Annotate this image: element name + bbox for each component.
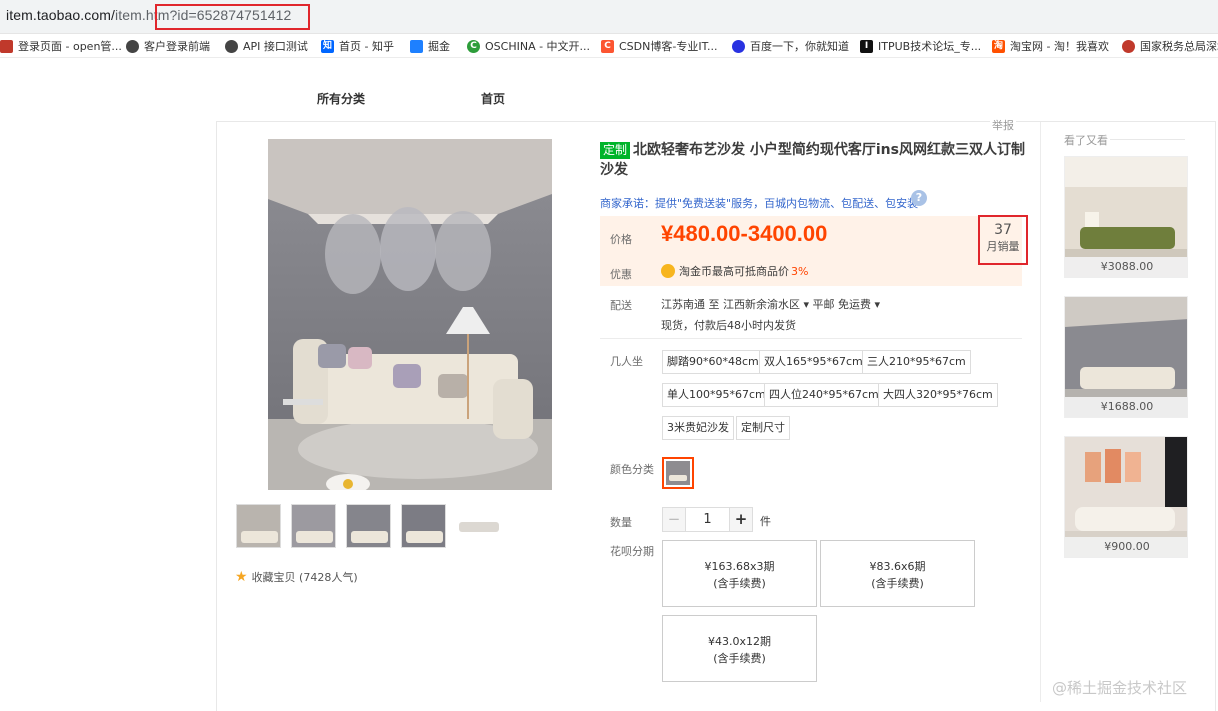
globe-icon bbox=[225, 39, 238, 53]
ship-route-select[interactable]: 江苏南通 至 江西新余渝水区 ▾ 平邮 免运费 ▾ bbox=[661, 296, 880, 312]
tax-icon bbox=[1122, 39, 1135, 53]
thumbnail-4[interactable] bbox=[401, 504, 446, 548]
itpub-icon: I bbox=[860, 39, 873, 53]
globe-icon bbox=[0, 39, 13, 53]
option-four-seat[interactable]: 四人位240*95*67cm bbox=[764, 383, 884, 407]
thumb-photo bbox=[456, 504, 501, 548]
address-bar[interactable]: item.taobao.com/item.htm?id=652874751412 bbox=[0, 0, 1218, 34]
custom-tag: 定制 bbox=[600, 142, 631, 159]
bookmark-api-test[interactable]: API 接口测试 bbox=[225, 38, 308, 54]
star-icon: ★ bbox=[235, 569, 248, 585]
sales-label: 月销量 bbox=[986, 240, 1020, 253]
juejin-icon bbox=[410, 39, 423, 53]
swatch-photo bbox=[666, 461, 690, 485]
product-title: 定制 北欧轻奢布艺沙发 小户型简约现代客厅ins风网红款三双人订制沙发 bbox=[600, 142, 1025, 178]
qty-unit: 件 bbox=[760, 515, 771, 528]
bookmark-juejin[interactable]: 掘金 bbox=[410, 38, 450, 54]
huabei-option-6[interactable]: ¥83.6x6期 (含手续费) bbox=[820, 540, 975, 607]
color-label: 颜色分类 bbox=[610, 463, 654, 476]
zhihu-icon: 知 bbox=[321, 39, 334, 53]
thumbnail-1[interactable] bbox=[236, 504, 281, 548]
option-two-seat[interactable]: 双人165*95*67cm bbox=[759, 350, 868, 374]
main-product-image[interactable] bbox=[268, 139, 552, 490]
sidebar-item-1[interactable]: ¥3088.00 bbox=[1064, 156, 1188, 278]
thumb-photo bbox=[292, 505, 335, 547]
sidebar-item-2[interactable]: ¥1688.00 bbox=[1064, 296, 1188, 418]
thumb-photo bbox=[237, 505, 280, 547]
bookmark-baidu[interactable]: 百度一下，你就知道 bbox=[732, 38, 849, 54]
watermark: @稀土掘金技术社区 bbox=[1052, 679, 1188, 697]
help-icon[interactable]: ? bbox=[911, 190, 927, 206]
sidebar-title: 看了又看 bbox=[1064, 134, 1108, 147]
report-link[interactable]: 举报 bbox=[990, 117, 1016, 133]
ship-label: 配送 bbox=[610, 299, 632, 312]
url-host: item.taobao.com/ bbox=[6, 7, 115, 23]
bookmark-csdn[interactable]: C CSDN博客-专业IT... bbox=[601, 38, 717, 54]
option-custom-size[interactable]: 定制尺寸 bbox=[736, 416, 790, 440]
nav-home[interactable]: 首页 bbox=[481, 90, 505, 107]
seats-label: 几人坐 bbox=[610, 355, 643, 368]
csdn-icon: C bbox=[601, 39, 614, 53]
globe-icon bbox=[126, 39, 139, 53]
option-single-seat[interactable]: 单人100*95*67cm bbox=[662, 383, 771, 407]
sidebar-item-3[interactable]: ¥900.00 bbox=[1064, 436, 1188, 558]
option-big-four-seat[interactable]: 大四人320*95*76cm bbox=[878, 383, 998, 407]
option-chaise-3m[interactable]: 3米贵妃沙发 bbox=[662, 416, 734, 440]
thumb-photo bbox=[347, 505, 390, 547]
qty-label: 数量 bbox=[610, 516, 632, 529]
sidebar-item-price: ¥3088.00 bbox=[1065, 257, 1187, 277]
bookmark-zhihu[interactable]: 知首页 - 知乎 bbox=[321, 38, 394, 54]
thumbnail-3[interactable] bbox=[346, 504, 391, 548]
huabei-option-12[interactable]: ¥43.0x12期 (含手续费) bbox=[662, 615, 817, 682]
thumbnail-5[interactable] bbox=[456, 504, 501, 548]
monthly-sales-box: 37 月销量 bbox=[978, 215, 1028, 265]
favorite-button[interactable]: ★ 收藏宝贝 (7428人气) bbox=[235, 569, 358, 585]
bookmark-tax[interactable]: 国家税务总局深圳 bbox=[1122, 38, 1218, 54]
sidebar-item-price: ¥1688.00 bbox=[1065, 397, 1187, 417]
taobao-icon: 淘 bbox=[992, 39, 1005, 53]
sales-count: 37 bbox=[994, 222, 1012, 238]
bookmark-taobao[interactable]: 淘淘宝网 - 淘！我喜欢 bbox=[992, 38, 1109, 54]
bookmark-open-login[interactable]: 登录页面 - open管... bbox=[0, 38, 122, 54]
nav-all-categories[interactable]: 所有分类 bbox=[317, 90, 365, 107]
price-label: 价格 bbox=[610, 233, 632, 246]
bookmark-itpub[interactable]: I ITPUB技术论坛_专... bbox=[860, 38, 981, 54]
ship-note: 现货，付款后48小时内发货 bbox=[661, 319, 796, 332]
thumb-photo bbox=[402, 505, 445, 547]
huabei-option-3[interactable]: ¥163.68x3期 (含手续费) bbox=[662, 540, 817, 607]
price-value: ¥480.00-3400.00 bbox=[661, 221, 828, 246]
divider bbox=[600, 338, 1022, 339]
url-highlight-annotation bbox=[155, 4, 310, 30]
option-three-seat[interactable]: 三人210*95*67cm bbox=[862, 350, 971, 374]
qty-increment-button[interactable]: + bbox=[729, 507, 753, 532]
color-swatch[interactable] bbox=[662, 457, 694, 489]
baidu-icon bbox=[732, 39, 745, 53]
oschina-icon: C bbox=[467, 39, 480, 53]
bookmark-oschina[interactable]: C OSCHINA - 中文开... bbox=[467, 38, 590, 54]
qty-input[interactable]: 1 bbox=[686, 507, 729, 532]
bookmarks-bar: 登录页面 - open管... 客户登录前端 API 接口测试 知首页 - 知乎… bbox=[0, 34, 1218, 58]
sofa-photo bbox=[268, 139, 552, 490]
option-footstool[interactable]: 脚踏90*60*48cm bbox=[662, 350, 764, 374]
huabei-label: 花呗分期 bbox=[610, 545, 654, 558]
coin-icon bbox=[661, 264, 675, 278]
sidebar-title-line bbox=[1110, 139, 1185, 140]
bookmark-client-login[interactable]: 客户登录前端 bbox=[126, 38, 210, 54]
qty-decrement-button[interactable]: − bbox=[662, 507, 686, 532]
discount-label: 优惠 bbox=[610, 268, 632, 281]
merchant-promise[interactable]: 商家承诺：提供"免费送装"服务，百城内包物流、包配送、包安装 bbox=[600, 195, 918, 211]
taojinbi-discount: 淘金币最高可抵商品价 3% bbox=[661, 263, 808, 279]
sidebar-divider bbox=[1040, 122, 1041, 702]
thumbnail-2[interactable] bbox=[291, 504, 336, 548]
sidebar-item-price: ¥900.00 bbox=[1065, 537, 1187, 557]
